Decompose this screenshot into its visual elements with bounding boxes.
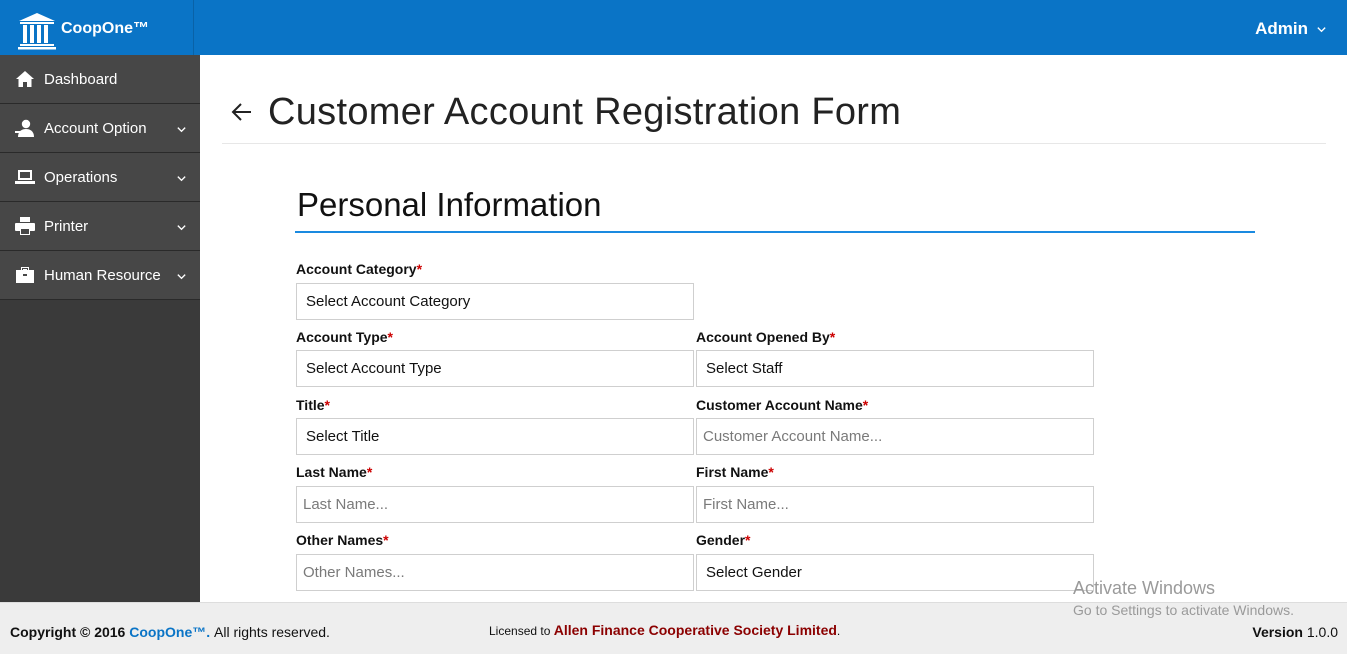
section-title: Personal Information	[297, 186, 602, 223]
sidebar-item-label: Account Option	[44, 119, 147, 137]
account-type-select[interactable]: Select Account Type	[296, 350, 694, 387]
activate-windows-watermark: Activate Windows Go to Settings to activ…	[1073, 578, 1294, 618]
last-name-input[interactable]: Last Name...	[296, 486, 694, 523]
first-name-label: First Name*	[696, 464, 774, 480]
other-names-label: Other Names*	[296, 532, 389, 548]
user-name: Admin	[1255, 19, 1308, 38]
bank-logo-icon	[18, 13, 56, 50]
account-category-select[interactable]: Select Account Category	[296, 283, 694, 320]
laptop-icon	[14, 166, 36, 188]
sidebar-item-label: Operations	[44, 168, 118, 186]
brand-name: CoopOne™	[61, 20, 149, 37]
chevron-down-icon	[1317, 26, 1326, 32]
account-opened-by-label: Account Opened By*	[696, 329, 836, 345]
sidebar-item-label: Printer	[44, 217, 89, 235]
last-name-label: Last Name*	[296, 464, 373, 480]
gender-select[interactable]: Select Gender	[696, 554, 1094, 591]
copyright: Copyright © 2016 CoopOne™. All rights re…	[10, 624, 330, 640]
sidebar: Dashboard Account Option Operations Prin…	[0, 55, 200, 602]
back-arrow-icon[interactable]	[230, 100, 254, 124]
main-content: Customer Account Registration Form Perso…	[200, 55, 1347, 602]
page-header: Customer Account Registration Form	[222, 55, 1326, 144]
title-label: Title*	[296, 397, 330, 413]
chevron-down-icon	[177, 176, 186, 182]
briefcase-icon	[14, 264, 36, 286]
title-select[interactable]: Select Title	[296, 418, 694, 455]
version-number: 1.0.0	[1306, 624, 1338, 640]
sidebar-item-operations[interactable]: Operations	[0, 153, 200, 202]
home-icon	[14, 68, 36, 90]
first-name-input[interactable]: First Name...	[696, 486, 1094, 523]
chevron-down-icon	[177, 225, 186, 231]
account-category-label: Account Category*	[296, 261, 423, 277]
user-icon	[14, 117, 36, 139]
page-title: Customer Account Registration Form	[268, 91, 902, 133]
account-type-label: Account Type*	[296, 329, 393, 345]
sidebar-item-label: Human Resource	[44, 266, 161, 284]
sidebar-item-label: Dashboard	[44, 70, 118, 88]
sidebar-item-printer[interactable]: Printer	[0, 202, 200, 251]
footer-brand-link[interactable]: CoopOne™.	[129, 624, 210, 640]
other-names-input[interactable]: Other Names...	[296, 554, 694, 591]
gender-label: Gender*	[696, 532, 751, 548]
sidebar-item-human-resource[interactable]: Human Resource	[0, 251, 200, 300]
sidebar-item-dashboard[interactable]: Dashboard	[0, 55, 200, 104]
customer-account-name-label: Customer Account Name*	[696, 397, 869, 413]
brand[interactable]: CoopOne™	[0, 0, 194, 55]
version-info: Version 1.0.0	[1252, 624, 1338, 640]
license-info: Licensed to Allen Finance Cooperative So…	[489, 622, 841, 638]
customer-account-name-input[interactable]: Customer Account Name...	[696, 418, 1094, 455]
account-opened-by-select[interactable]: Select Staff	[696, 350, 1094, 387]
printer-icon	[14, 215, 36, 237]
section-divider	[295, 231, 1255, 233]
chevron-down-icon	[177, 127, 186, 133]
chevron-down-icon	[177, 274, 186, 280]
sidebar-item-account-option[interactable]: Account Option	[0, 104, 200, 153]
licensee-name: Allen Finance Cooperative Society Limite…	[553, 622, 837, 638]
user-menu[interactable]: Admin	[1255, 19, 1327, 39]
top-bar: CoopOne™ Admin	[0, 0, 1347, 55]
